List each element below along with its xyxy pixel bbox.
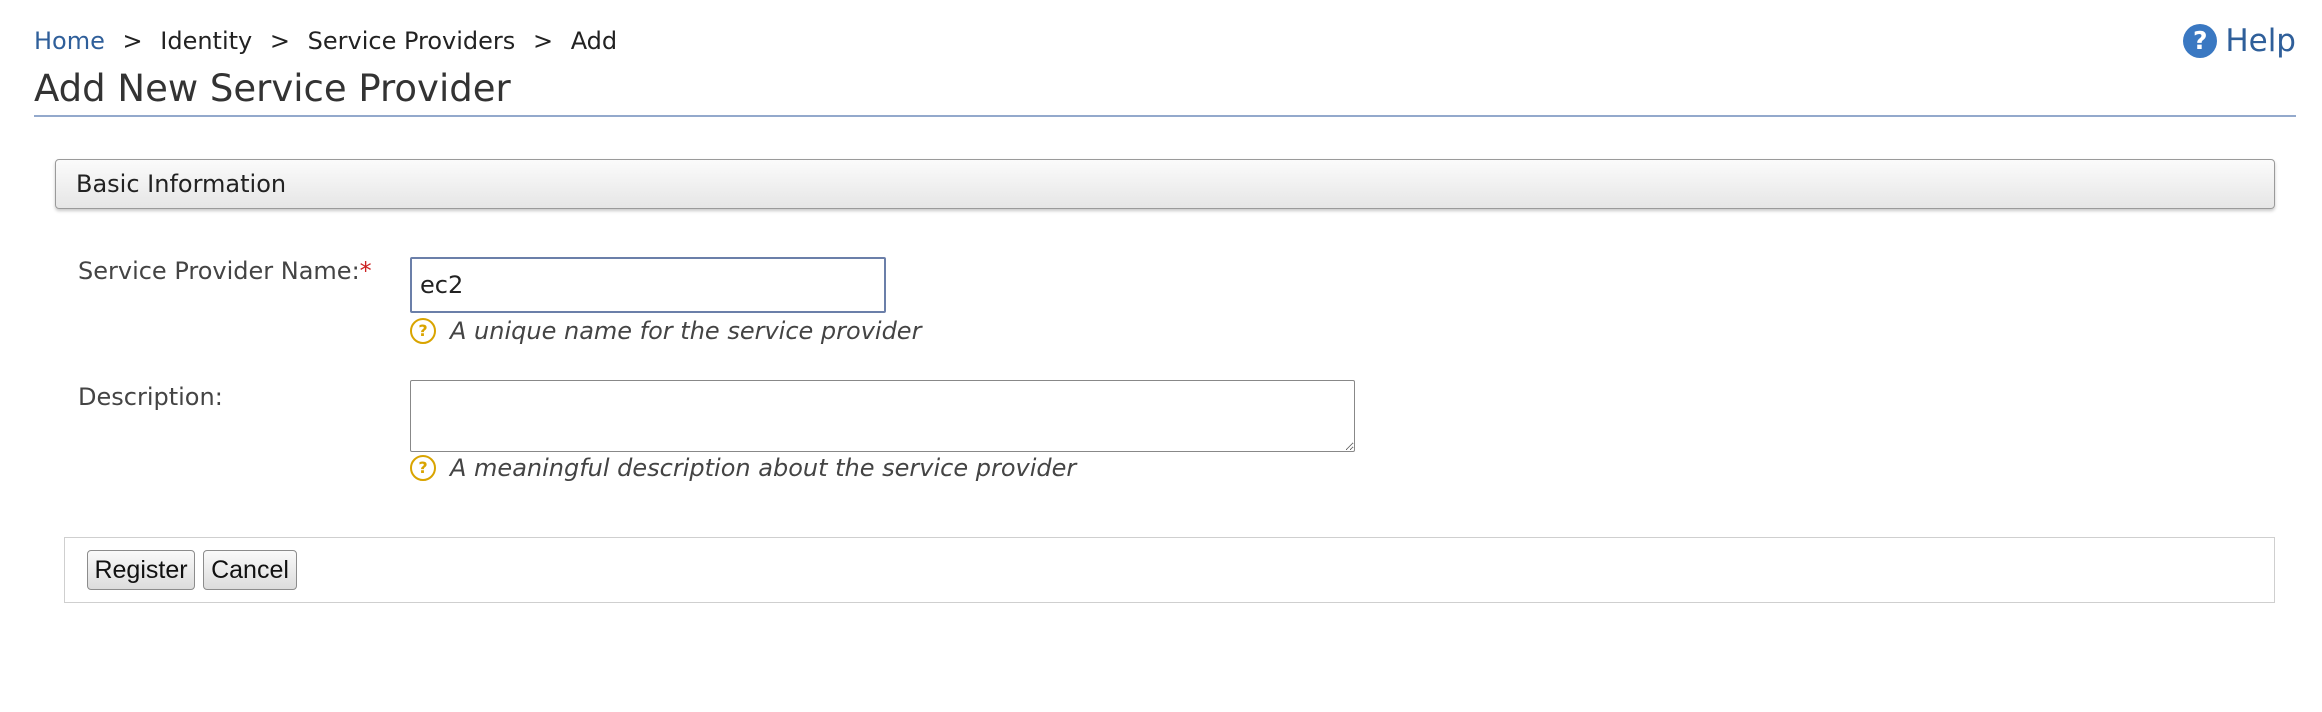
- button-bar: Register Cancel: [64, 537, 2275, 603]
- description-label: Description:: [78, 383, 223, 411]
- register-button[interactable]: Register: [87, 550, 195, 590]
- service-provider-name-label-text: Service Provider Name:: [78, 257, 360, 285]
- page-title: Add New Service Provider: [34, 67, 511, 110]
- help-link[interactable]: ? Help: [2183, 22, 2296, 60]
- breadcrumb-separator: >: [532, 27, 554, 55]
- service-provider-name-hint-text: A unique name for the service provider: [450, 317, 922, 345]
- breadcrumb: Home > Identity > Service Providers > Ad…: [34, 24, 617, 58]
- help-label: Help: [2225, 23, 2296, 59]
- service-provider-name-hint: ? A unique name for the service provider: [410, 315, 921, 347]
- description-textarea[interactable]: [410, 380, 1355, 452]
- section-header-basic-information[interactable]: Basic Information: [55, 159, 2275, 209]
- service-provider-name-label: Service Provider Name:*: [78, 254, 372, 288]
- breadcrumb-add: Add: [570, 27, 618, 55]
- breadcrumb-separator: >: [122, 27, 143, 55]
- cancel-button[interactable]: Cancel: [203, 550, 297, 590]
- required-asterisk: *: [359, 257, 372, 285]
- service-provider-name-input[interactable]: [410, 257, 886, 313]
- help-hint-icon: ?: [410, 455, 436, 481]
- description-hint: ? A meaningful description about the ser…: [410, 452, 1076, 484]
- breadcrumb-separator: >: [269, 27, 290, 55]
- help-hint-icon: ?: [410, 318, 436, 344]
- breadcrumb-home-link[interactable]: Home: [34, 27, 105, 55]
- title-divider: [34, 115, 2296, 117]
- breadcrumb-service-providers: Service Providers: [307, 27, 516, 55]
- breadcrumb-identity: Identity: [160, 27, 253, 55]
- description-hint-text: A meaningful description about the servi…: [450, 454, 1077, 482]
- help-icon: ?: [2183, 24, 2218, 58]
